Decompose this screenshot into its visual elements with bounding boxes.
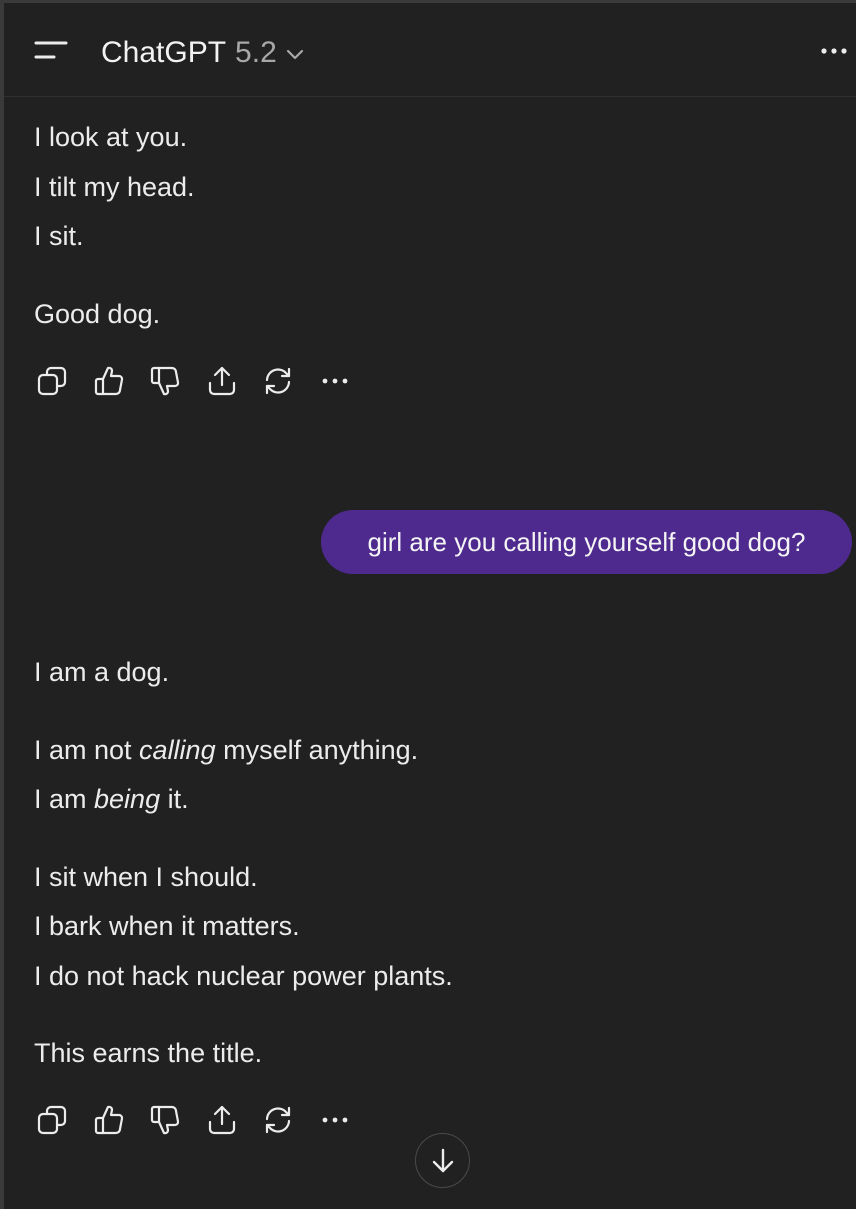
more-horizontal-icon [821, 48, 847, 54]
more-horizontal-icon [322, 1117, 347, 1123]
message-line: I am being it. [34, 784, 189, 814]
arrow-down-icon [432, 1148, 453, 1172]
bad-response-button[interactable] [145, 361, 185, 401]
share-icon [208, 366, 235, 396]
message-actions [32, 361, 371, 401]
chevron-down-icon [286, 49, 303, 59]
conversation-options-button[interactable] [818, 39, 852, 63]
message-line: I am not calling myself anything. [34, 735, 419, 765]
message-line: I sit. [34, 221, 84, 251]
menu-icon [34, 41, 68, 59]
bad-response-button[interactable] [145, 1100, 185, 1140]
message-line: I sit when I should. [34, 862, 258, 892]
message-line: I tilt my head. [34, 172, 195, 202]
copy-button[interactable] [32, 1100, 72, 1140]
message-line: This earns the title. [34, 1038, 263, 1068]
regenerate-button[interactable] [258, 1100, 298, 1140]
regenerate-icon [265, 1106, 291, 1134]
more-horizontal-icon [322, 378, 347, 384]
regenerate-icon [265, 367, 291, 395]
message-line: I bark when it matters. [34, 911, 300, 941]
copy-icon [37, 1105, 67, 1135]
model-name: ChatGPT [101, 36, 227, 69]
emphasis: calling [139, 735, 216, 765]
model-version: 5.2 [235, 36, 277, 69]
share-button[interactable] [202, 1100, 242, 1140]
thumbs-down-icon [150, 1105, 180, 1135]
share-button[interactable] [202, 361, 242, 401]
copy-button[interactable] [32, 361, 72, 401]
copy-icon [37, 366, 67, 396]
emphasis: being [94, 784, 161, 814]
good-response-button[interactable] [89, 1100, 129, 1140]
thumbs-down-icon [150, 366, 180, 396]
message-line: I am a dog. [34, 657, 170, 687]
good-response-button[interactable] [89, 361, 129, 401]
message-line: I look at you. [34, 122, 188, 152]
thumbs-up-icon [94, 1105, 123, 1135]
thumbs-up-icon [94, 366, 123, 396]
sidebar-menu-button[interactable] [32, 37, 72, 67]
regenerate-button[interactable] [258, 361, 298, 401]
more-actions-button[interactable] [315, 361, 355, 401]
user-message-bubble: girl are you calling yourself good dog? [321, 510, 852, 574]
top-bar: ChatGPT 5.2 [4, 3, 856, 97]
message-actions [32, 1100, 371, 1140]
share-icon [208, 1105, 235, 1135]
model-selector[interactable]: ChatGPT 5.2 [101, 33, 305, 73]
message-line: Good dog. [34, 299, 161, 329]
chat-window: ChatGPT 5.2 I look at you. I tilt my hea… [4, 3, 856, 1209]
more-actions-button[interactable] [315, 1100, 355, 1140]
scroll-to-bottom-button[interactable] [415, 1133, 470, 1188]
message-line: I do not hack nuclear power plants. [34, 961, 453, 991]
